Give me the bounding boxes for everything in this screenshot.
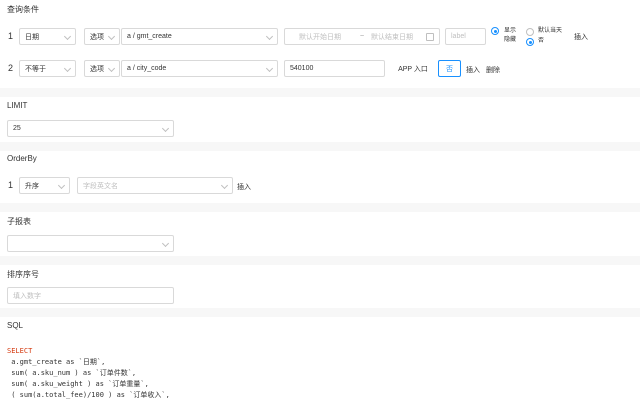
date-range-separator: ~ (359, 33, 365, 40)
condition-row-2-column-select[interactable]: a / city_code (121, 60, 278, 77)
select-value: 升序 (25, 182, 39, 190)
chevron-down-icon (265, 32, 274, 41)
orderby-direction-select[interactable]: 升序 (19, 177, 70, 194)
chevron-down-icon (265, 64, 274, 73)
chevron-down-icon (63, 64, 72, 73)
condition-row-1-index: 1 (8, 31, 14, 41)
chevron-down-icon (220, 181, 229, 190)
radio-show[interactable] (491, 27, 499, 35)
input-value: 540100 (290, 65, 314, 72)
limit-select[interactable]: 25 (7, 120, 174, 137)
select-value: 选项 (90, 33, 104, 41)
radio-default-no-label: 否 (538, 38, 545, 44)
select-value: a / city_code (127, 65, 167, 72)
select-value: a / gmt_create (127, 33, 172, 40)
orderby-row-1-index: 1 (8, 180, 14, 190)
chevron-down-icon (63, 32, 72, 41)
section-divider (0, 88, 640, 97)
select-value: 不等于 (25, 65, 46, 73)
condition-row-2-insert-button[interactable]: 插入 (466, 65, 480, 75)
subreport-select[interactable] (7, 235, 174, 252)
radio-show-label: 显示 (504, 28, 517, 34)
no-toggle-button[interactable]: 否 (438, 60, 461, 77)
condition-row-1-insert-button[interactable]: 插入 (574, 32, 588, 42)
input-placeholder: 填入数字 (13, 292, 41, 300)
condition-row-2-option-select[interactable]: 选项 (84, 60, 120, 77)
orderby-insert-button[interactable]: 插入 (237, 182, 251, 192)
sql-line-4: sum( a.sku_weight ) as `订单重量`, (7, 380, 149, 388)
sql-title: SQL (7, 321, 24, 330)
condition-row-2-operator-select[interactable]: 不等于 (19, 60, 76, 77)
date-end-input[interactable]: 默认结束日期 (371, 32, 413, 42)
radio-hide-label: 隐藏 (504, 37, 517, 43)
orderby-field-select[interactable]: 字段英文名 (77, 177, 233, 194)
condition-row-2-index: 2 (8, 63, 14, 73)
sort-order-input[interactable]: 填入数字 (7, 287, 174, 304)
condition-row-2-delete-button[interactable]: 删除 (486, 65, 500, 75)
section-divider (0, 308, 640, 317)
condition-row-1-label-input[interactable]: label (445, 28, 486, 45)
select-value: 日期 (25, 33, 39, 41)
condition-row-1-column-select[interactable]: a / gmt_create (121, 28, 278, 45)
orderby-title: OrderBy (7, 154, 37, 163)
select-value: 25 (13, 125, 21, 132)
condition-row-2-value-input[interactable]: 540100 (284, 60, 385, 77)
date-start-input[interactable]: 默认开始日期 (299, 32, 353, 42)
chevron-down-icon (161, 239, 170, 248)
select-value: 选项 (90, 65, 104, 73)
subreport-title: 子报表 (7, 217, 31, 226)
conditions-title: 查询条件 (7, 5, 39, 14)
radio-default-day[interactable] (526, 28, 534, 36)
chevron-down-icon (161, 124, 170, 133)
condition-row-1-option-select[interactable]: 选项 (84, 28, 120, 45)
section-divider (0, 203, 640, 212)
condition-row-1-field-select[interactable]: 日期 (19, 28, 76, 45)
chevron-down-icon (107, 64, 116, 73)
sql-line-3: sum( a.sku_num ) as `订单件数`, (7, 369, 137, 377)
sort-order-title: 排序序号 (7, 270, 39, 279)
label-placeholder: label (451, 33, 466, 40)
calendar-icon (426, 33, 434, 41)
sql-line-2: a.gmt_create as `日期`, (7, 358, 106, 366)
radio-default-no[interactable] (526, 38, 534, 46)
radio-default-day-label: 默认当天 (538, 28, 563, 34)
select-placeholder: 字段英文名 (83, 182, 118, 190)
sql-line-1: SELECT (7, 347, 33, 355)
condition-row-1-date-range[interactable]: 默认开始日期 ~ 默认结束日期 (284, 28, 440, 45)
section-divider (0, 256, 640, 265)
limit-title: LIMIT (7, 101, 28, 110)
chevron-down-icon (57, 181, 66, 190)
sql-line-5: ( sum(a.total_fee)/100 ) as `订单收入`, (7, 391, 170, 399)
section-divider (0, 142, 640, 151)
chevron-down-icon (107, 32, 116, 41)
app-entry-button[interactable]: APP 入口 (391, 60, 435, 77)
